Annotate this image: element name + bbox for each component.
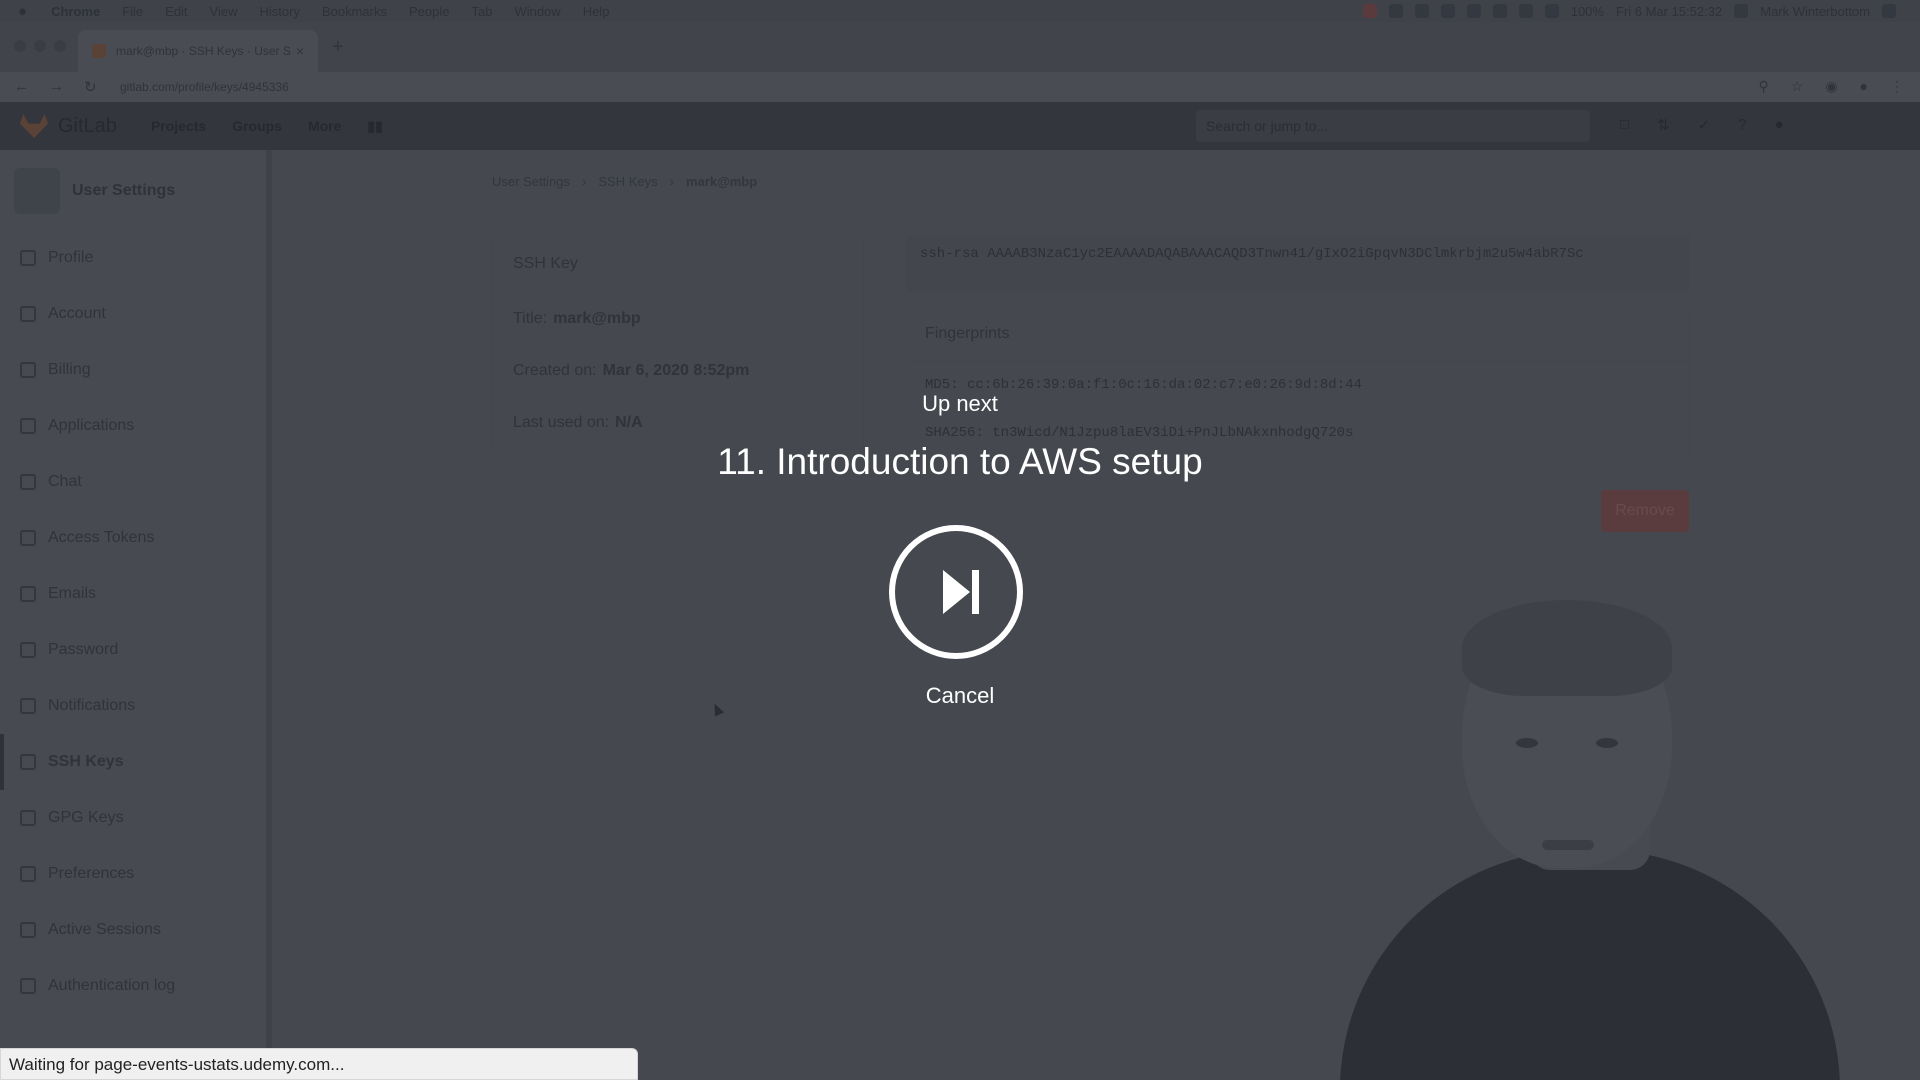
up-next-overlay: Up next 11. Introduction to AWS setup Ca… bbox=[0, 0, 1920, 1080]
next-lecture-title: 11. Introduction to AWS setup bbox=[717, 441, 1203, 482]
cancel-button[interactable]: Cancel bbox=[926, 683, 994, 708]
up-next-label: Up next bbox=[922, 391, 998, 416]
video-player[interactable]: ● Chrome File Edit View History Bookmark… bbox=[0, 0, 1920, 1080]
skip-next-icon bbox=[943, 570, 979, 614]
play-next-button[interactable] bbox=[889, 525, 1023, 659]
browser-status-bar: Waiting for page-events-ustats.udemy.com… bbox=[0, 1048, 638, 1080]
